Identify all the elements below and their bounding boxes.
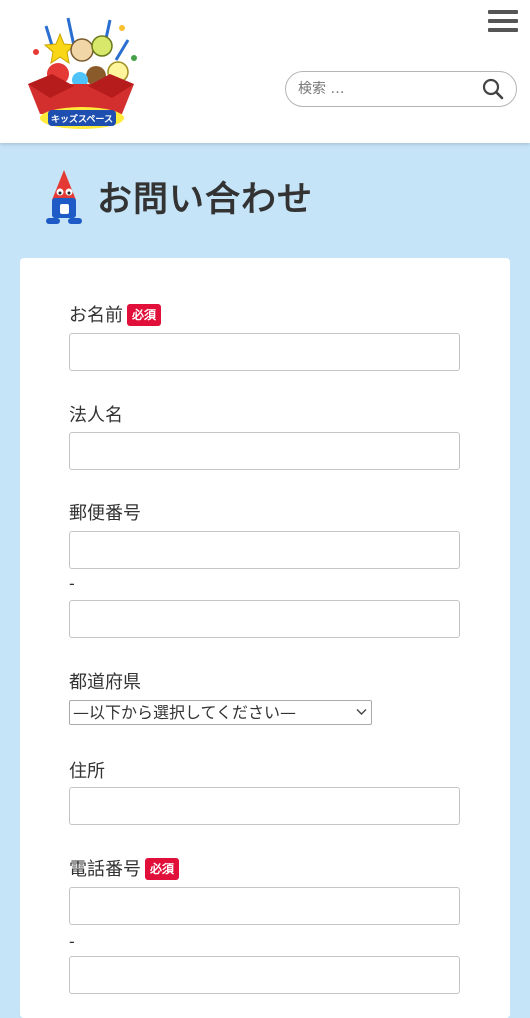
postal-code-field-second[interactable]	[69, 600, 460, 638]
page-title: お問い合わせ	[97, 180, 314, 220]
company-field[interactable]	[69, 432, 460, 470]
phone-label: 電話番号 必須	[69, 858, 180, 882]
address-field[interactable]	[69, 787, 460, 825]
prefecture-selected-value: —以下から選択してください—	[73, 703, 297, 722]
chevron-down-icon	[356, 709, 367, 715]
hamburger-menu-icon[interactable]	[488, 10, 518, 36]
postal-code-field-first[interactable]	[69, 531, 460, 569]
required-badge: 必須	[127, 304, 162, 326]
prefecture-label: 都道府県	[69, 672, 141, 693]
postal-label: 郵便番号	[69, 503, 141, 524]
name-field[interactable]	[69, 333, 460, 371]
address-label: 住所	[69, 761, 105, 782]
phone-field-first[interactable]	[69, 887, 460, 925]
logo-text: キッズスペース	[51, 113, 113, 125]
search-input[interactable]	[298, 78, 478, 100]
name-label: お名前 必須	[69, 304, 162, 328]
contact-form: お名前 必須 法人名 郵便番号 - 都道府県 —以下から選択してください— 住所 …	[20, 258, 510, 1018]
search-box	[285, 71, 517, 107]
site-header: キッズスペース	[0, 0, 530, 143]
kids-space-logo[interactable]: キッズスペース	[18, 12, 144, 132]
phone-separator: -	[69, 932, 75, 951]
required-badge: 必須	[145, 858, 180, 880]
phone-field-second[interactable]	[69, 956, 460, 994]
company-label: 法人名	[69, 405, 123, 426]
search-icon[interactable]	[482, 78, 504, 100]
prefecture-select[interactable]: —以下から選択してください—	[69, 700, 372, 725]
pencil-mascot-icon	[46, 170, 82, 224]
postal-separator: -	[69, 574, 75, 593]
